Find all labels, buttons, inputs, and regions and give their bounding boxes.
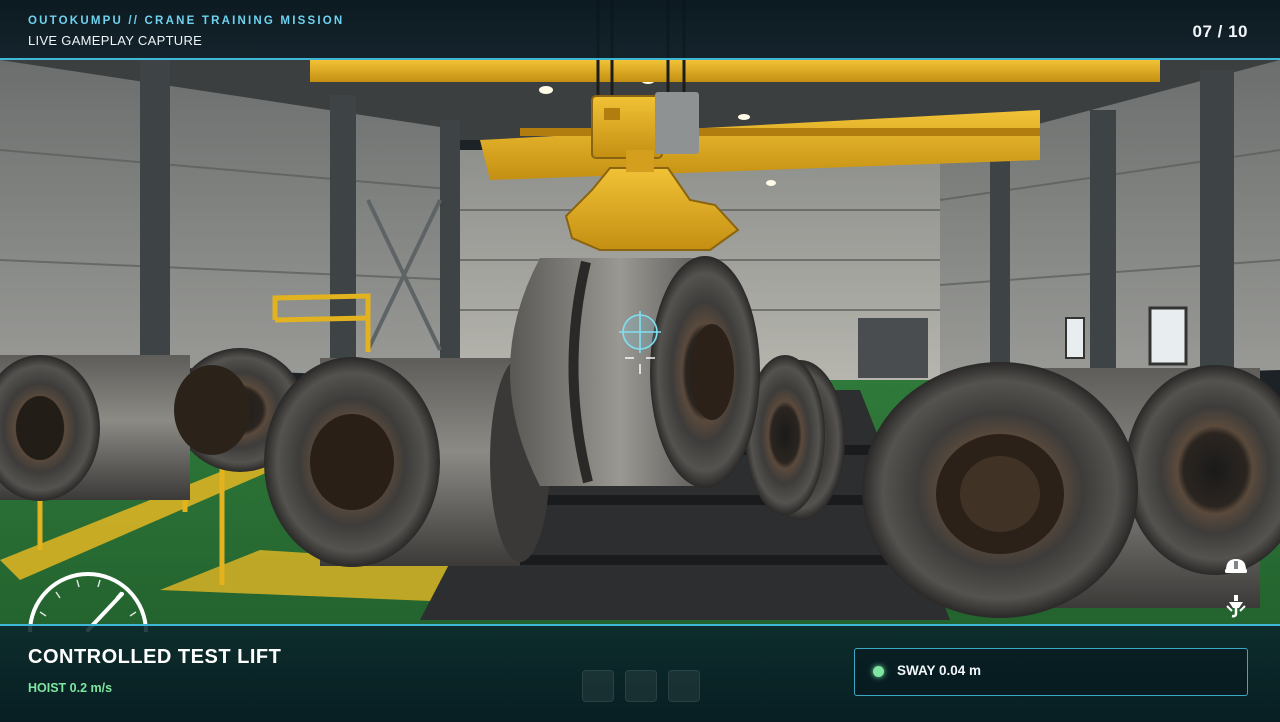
phase-title: CONTROLLED TEST LIFT xyxy=(28,646,282,668)
mission-label: OUTOKUMPU // CRANE TRAINING MISSION xyxy=(28,15,345,27)
sway-readout: SWAY 0.04 m xyxy=(897,663,982,678)
control-buttons xyxy=(582,670,702,706)
sway-status-indicator xyxy=(873,666,884,677)
sway-status-panel: SWAY 0.04 m xyxy=(854,648,1248,696)
mission-step-counter: 07 / 10 xyxy=(1192,22,1248,41)
top-hud-bar: OUTOKUMPU // CRANE TRAINING MISSION LIVE… xyxy=(0,0,1280,60)
hoist-speed-readout: HOIST 0.2 m/s xyxy=(28,681,113,695)
warehouse-scene xyxy=(0,0,1280,720)
lift-control-button[interactable] xyxy=(668,670,700,702)
crane-hook-icon[interactable] xyxy=(1223,594,1249,620)
bottom-hud-bar: CONTROLLED TEST LIFT HOIST 0.2 m/s SWAY … xyxy=(0,624,1280,722)
helmet-icon[interactable] xyxy=(1223,554,1249,580)
play-button[interactable] xyxy=(625,670,657,702)
capture-label: LIVE GAMEPLAY CAPTURE xyxy=(28,33,203,48)
crane-control-button[interactable] xyxy=(582,670,614,702)
